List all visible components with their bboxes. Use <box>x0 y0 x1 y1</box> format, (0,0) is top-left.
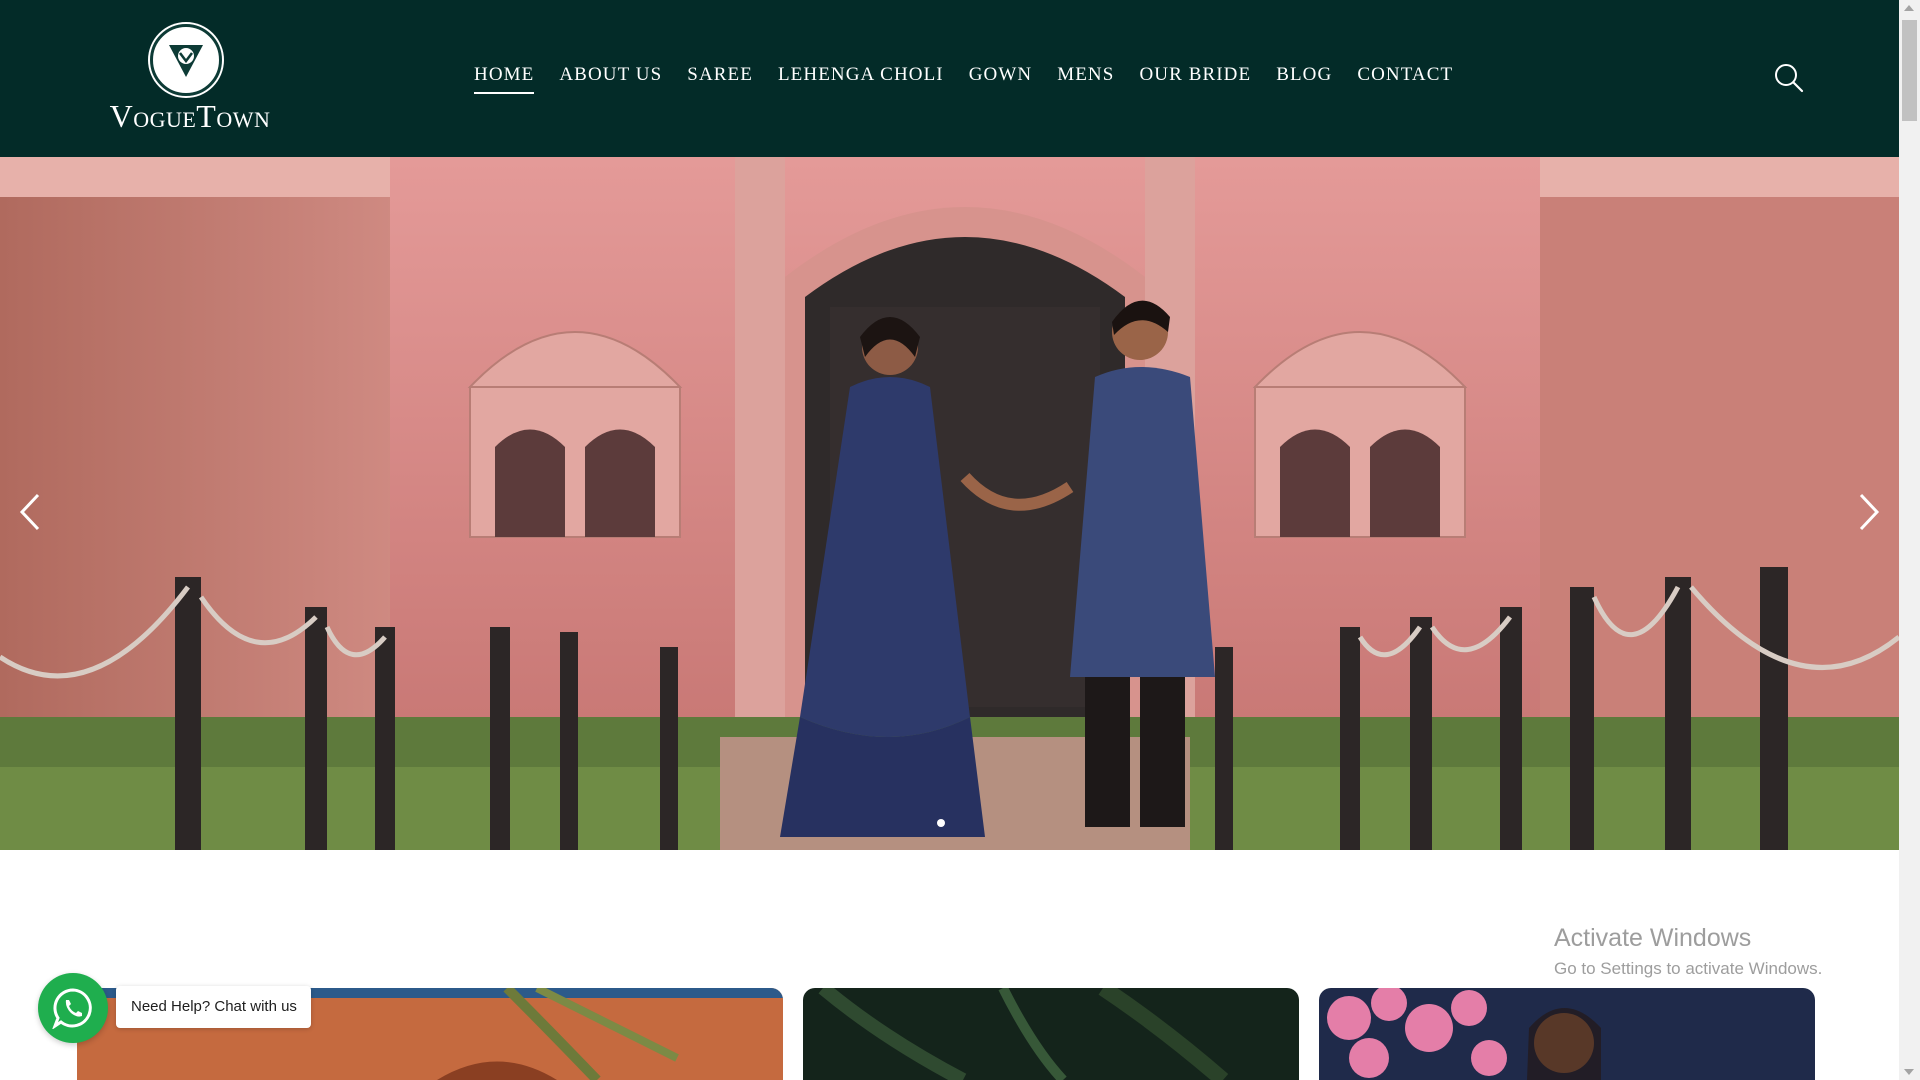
page-scrollbar[interactable] <box>1899 0 1920 1080</box>
search-button[interactable] <box>1773 62 1805 94</box>
nav-about-us[interactable]: ABOUT US <box>559 64 662 92</box>
hero-image <box>0 157 1899 850</box>
slider-prev-button[interactable] <box>12 487 52 537</box>
whatsapp-icon <box>52 988 92 1029</box>
watermark-title: Activate Windows <box>1554 924 1752 952</box>
category-card-3[interactable] <box>1319 988 1815 1080</box>
site-header: VogueTown HOME ABOUT US SAREE LEHENGA CH… <box>0 0 1899 157</box>
slider-dot-1[interactable] <box>937 819 945 827</box>
chevron-left-icon <box>19 493 40 531</box>
chevron-right-icon <box>1859 493 1880 531</box>
logo[interactable]: VogueTown <box>95 24 285 136</box>
scrollbar-thumb[interactable] <box>1902 20 1917 121</box>
nav-gown[interactable]: GOWN <box>969 64 1033 92</box>
whatsapp-chat-label[interactable]: Need Help? Chat with us <box>116 986 311 1028</box>
main-nav: HOME ABOUT US SAREE LEHENGA CHOLI GOWN M… <box>474 64 1453 94</box>
logo-emblem-icon <box>150 24 222 96</box>
nav-saree[interactable]: SAREE <box>687 64 753 92</box>
slider-next-button[interactable] <box>1847 487 1887 537</box>
category-card-2-image <box>803 988 1299 1080</box>
nav-lehenga-choli[interactable]: LEHENGA CHOLI <box>778 64 944 92</box>
nav-mens[interactable]: MENS <box>1057 64 1114 92</box>
search-icon <box>1775 64 1804 93</box>
windows-activation-watermark: Activate Windows Go to Settings to activ… <box>1554 924 1822 979</box>
scroll-down-arrow-icon[interactable] <box>1904 1069 1914 1075</box>
whatsapp-chat-button[interactable] <box>38 973 108 1043</box>
category-card-2[interactable] <box>803 988 1299 1080</box>
nav-contact[interactable]: CONTACT <box>1357 64 1453 92</box>
scroll-up-arrow-icon[interactable] <box>1904 5 1914 11</box>
watermark-subtitle: Go to Settings to activate Windows. <box>1554 959 1823 978</box>
nav-blog[interactable]: BLOG <box>1276 64 1332 92</box>
logo-text: VogueTown <box>109 98 271 134</box>
hero-slider <box>0 157 1899 850</box>
category-card-3-image <box>1319 988 1815 1080</box>
nav-our-bride[interactable]: OUR BRIDE <box>1139 64 1251 92</box>
nav-home[interactable]: HOME <box>474 64 535 94</box>
